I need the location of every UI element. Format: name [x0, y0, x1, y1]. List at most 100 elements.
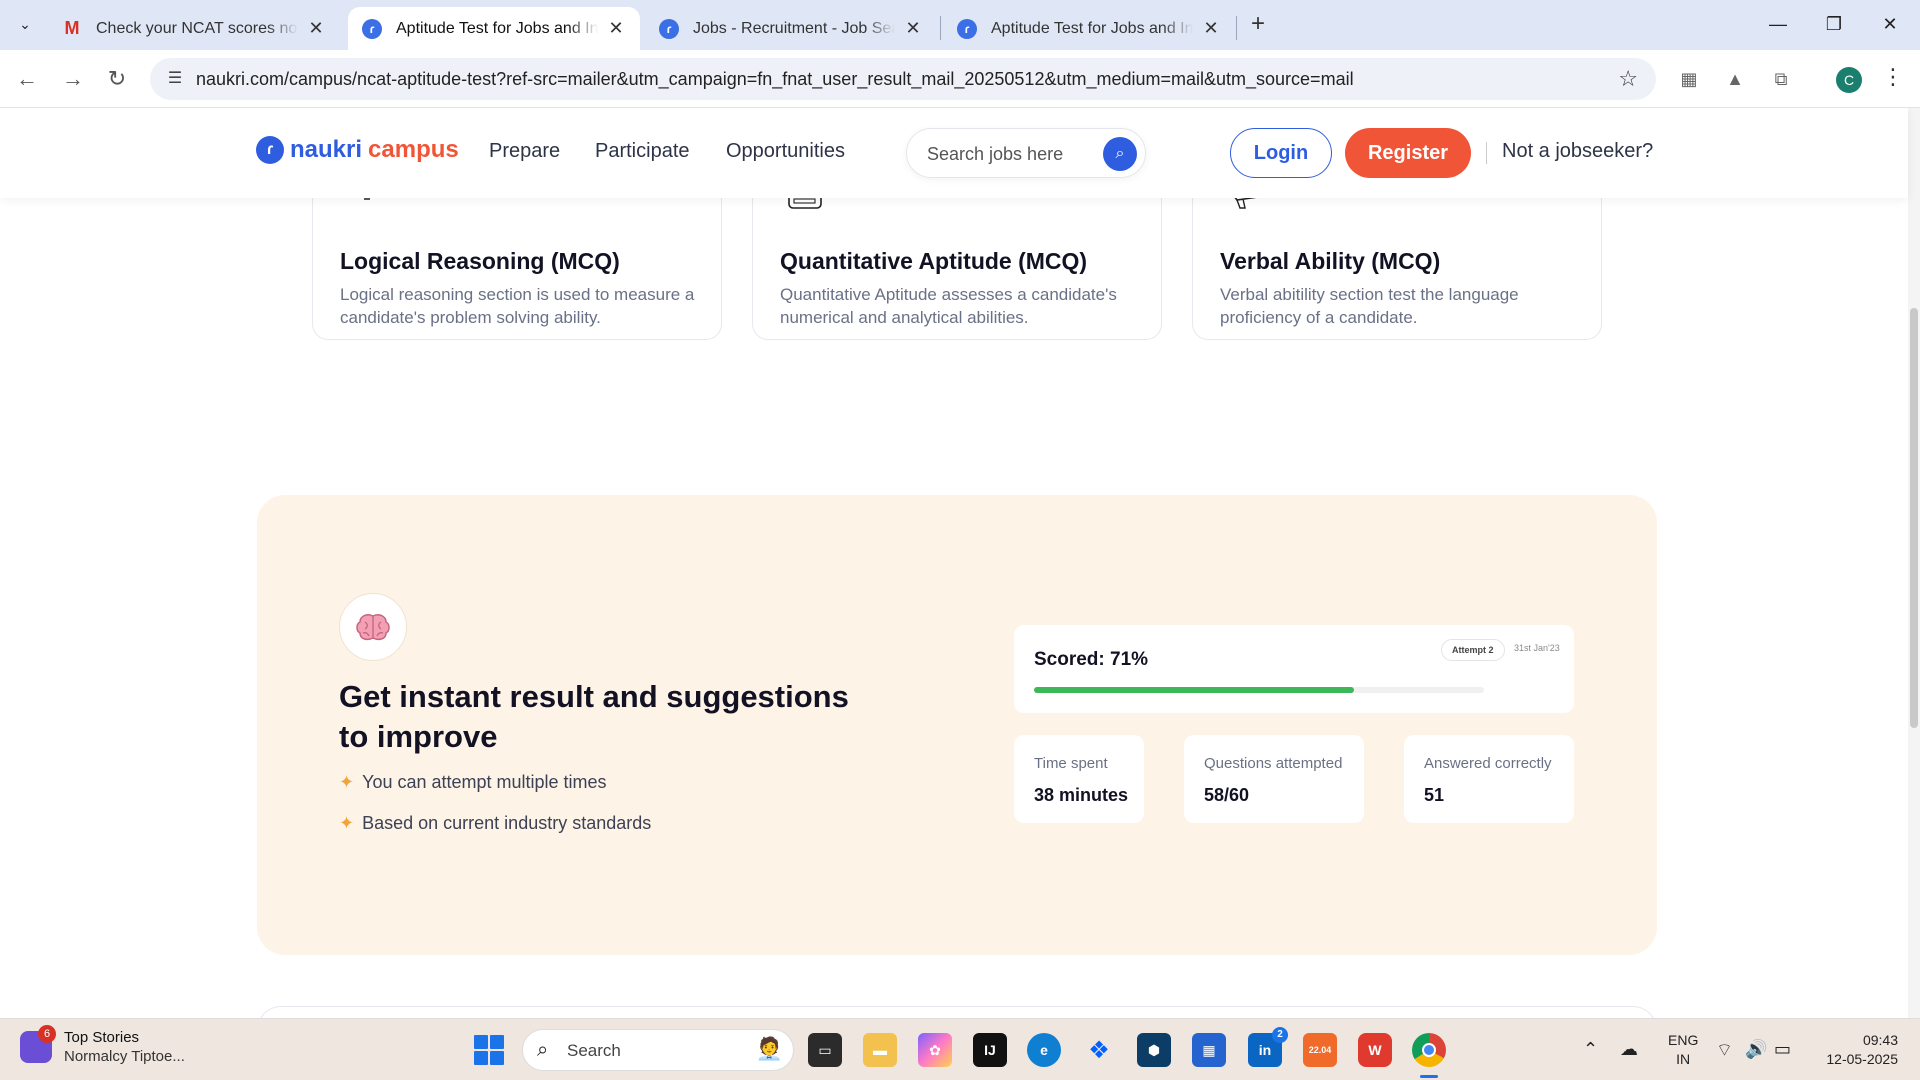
linkedin-icon[interactable]: in 2 — [1248, 1027, 1288, 1067]
page-scrollbar[interactable] — [1908, 108, 1920, 1018]
restore-icon[interactable]: ❐ — [1806, 0, 1862, 50]
close-icon[interactable]: ✕ — [606, 18, 626, 39]
naukri-icon: ɾ — [957, 18, 977, 39]
browser-toolbar: ← → ↻ ☰ naukri.com/campus/ncat-aptitude-… — [0, 50, 1920, 108]
system-clock[interactable]: 09:43 12-05-2025 — [1818, 1031, 1898, 1069]
tab-separator — [940, 16, 941, 40]
stat-card-questions-attempted: Questions attempted 58/60 — [1184, 735, 1364, 823]
news-title: Top Stories — [64, 1029, 140, 1046]
tab-gmail[interactable]: M Check your NCAT scores now - ✕ — [48, 7, 340, 50]
tab-separator — [1236, 16, 1237, 40]
score-progress-bar — [1034, 687, 1484, 693]
lang-line-1: ENG — [1668, 1032, 1699, 1048]
news-widget-icon: 6 — [20, 1025, 56, 1063]
tab-search-chevron-icon[interactable]: ⌄ — [10, 9, 40, 39]
chrome-icon[interactable] — [1412, 1033, 1446, 1067]
stat-label: Time spent — [1034, 755, 1108, 772]
browser-menu-icon[interactable]: ⋮ — [1880, 64, 1906, 90]
feature-bullet: ✦ Based on current industry standards — [339, 813, 651, 834]
tab-aptitude-test-active[interactable]: ɾ Aptitude Test for Jobs and Interviews … — [348, 7, 640, 50]
close-icon[interactable]: ✕ — [306, 18, 326, 39]
stat-value: 38 minutes — [1034, 785, 1129, 805]
tab-aptitude-test[interactable]: ɾ Aptitude Test for Jobs and Interviews … — [943, 7, 1235, 50]
bookmark-star-icon[interactable]: ☆ — [1618, 66, 1638, 92]
logo-naukri-text: naukri — [290, 136, 363, 163]
naukri-logo-icon: ɾ — [256, 136, 284, 164]
lang-line-2: IN — [1676, 1051, 1691, 1067]
task-view-icon[interactable]: ▭ — [808, 1033, 842, 1067]
score-label: Scored: 71% — [1034, 649, 1149, 670]
copilot-icon[interactable]: ✿ — [918, 1033, 952, 1067]
back-arrow-icon[interactable]: ← — [10, 62, 44, 96]
sparkle-icon: ✦ — [339, 813, 355, 833]
nav-opportunities[interactable]: Opportunities — [726, 140, 845, 163]
volume-icon[interactable]: 🔊 — [1745, 1039, 1767, 1060]
tray-chevron-up-icon[interactable]: ⌃ — [1583, 1039, 1598, 1060]
close-icon[interactable]: ✕ — [1201, 18, 1221, 39]
login-button[interactable]: Login — [1230, 128, 1332, 178]
clock-date: 12-05-2025 — [1826, 1051, 1898, 1067]
naukri-campus-logo[interactable]: ɾ naukri campus — [256, 136, 459, 164]
nav-participate[interactable]: Participate — [595, 140, 690, 163]
wps-office-icon[interactable]: W — [1358, 1033, 1392, 1067]
scrollbar-thumb[interactable] — [1910, 308, 1918, 728]
cast-icon[interactable]: ▦ — [1676, 66, 1702, 92]
section-description: Logical reasoning section is used to mea… — [340, 285, 695, 327]
gmail-icon: M — [64, 18, 80, 38]
section-title: Verbal Ability (MCQ) — [1220, 248, 1441, 274]
forward-arrow-icon[interactable]: → — [56, 62, 90, 96]
dropbox-icon[interactable]: ❖ — [1082, 1033, 1116, 1067]
score-card: Scored: 71% Attempt 2 31st Jan'23 — [1014, 625, 1574, 713]
windows-start-icon[interactable] — [474, 1035, 504, 1065]
extensions-puzzle-icon[interactable]: ⧉ — [1768, 66, 1794, 92]
stat-card-time-spent: Time spent 38 minutes — [1014, 735, 1144, 823]
edge-icon[interactable]: e — [1027, 1033, 1061, 1067]
terminal-app-icon[interactable]: ⬢ — [1137, 1033, 1171, 1067]
tab-jobs-recruitment[interactable]: ɾ Jobs - Recruitment - Job Search ✕ — [645, 7, 937, 50]
intellij-icon[interactable]: IJ — [973, 1033, 1007, 1067]
onedrive-cloud-icon[interactable]: ☁ — [1620, 1039, 1638, 1060]
windows-taskbar: 6 Top Stories Normalcy Tiptoe... ⌕ Searc… — [0, 1018, 1920, 1080]
taskbar-search[interactable]: ⌕ Search 🧑‍💼 — [522, 1029, 794, 1071]
active-app-indicator — [1420, 1075, 1438, 1078]
input-language-indicator[interactable]: ENG IN — [1668, 1031, 1698, 1069]
browser-tab-strip: ⌄ M Check your NCAT scores now - ✕ ɾ Apt… — [0, 0, 1920, 50]
news-widget[interactable]: 6 Top Stories Normalcy Tiptoe... — [20, 1025, 185, 1065]
not-a-jobseeker-link[interactable]: Not a jobseeker? — [1502, 140, 1653, 163]
calendar-app-icon[interactable]: 22.04 — [1303, 1033, 1337, 1067]
search-icon[interactable]: ⌕ — [1103, 137, 1137, 171]
brain-badge — [339, 593, 407, 661]
microsoft-store-icon[interactable]: ▦ — [1192, 1033, 1226, 1067]
window-close-icon[interactable]: ✕ — [1862, 0, 1918, 50]
naukri-icon: ɾ — [659, 18, 679, 39]
new-tab-plus-icon[interactable]: + — [1243, 9, 1273, 39]
reload-icon[interactable]: ↻ — [100, 62, 134, 96]
page-viewport: ɾ naukri campus Prepare Participate Oppo… — [0, 108, 1920, 1018]
search-icon: ⌕ — [537, 1039, 549, 1061]
file-explorer-icon[interactable]: ▬ — [863, 1033, 897, 1067]
stat-value: 58/60 — [1204, 785, 1250, 805]
url-text[interactable]: naukri.com/campus/ncat-aptitude-test?ref… — [196, 58, 1354, 100]
stat-card-answered-correctly: Answered correctly 51 — [1404, 735, 1574, 823]
clock-time: 09:43 — [1862, 1032, 1898, 1048]
header-divider — [1486, 142, 1487, 164]
tab-title: Check your NCAT scores now - — [96, 19, 298, 37]
nav-prepare[interactable]: Prepare — [489, 140, 560, 163]
address-bar[interactable]: ☰ naukri.com/campus/ncat-aptitude-test?r… — [150, 58, 1656, 100]
wifi-icon[interactable]: ⌔ — [1716, 1039, 1733, 1062]
site-info-icon[interactable]: ☰ — [164, 68, 186, 90]
register-button[interactable]: Register — [1345, 128, 1471, 178]
news-badge: 6 — [38, 1025, 56, 1043]
bullet-text: Based on current industry standards — [362, 813, 652, 833]
battery-icon[interactable]: ▭ — [1774, 1039, 1791, 1060]
site-header: ɾ naukri campus Prepare Participate Oppo… — [0, 108, 1908, 198]
sparkle-icon: ✦ — [339, 772, 355, 792]
search-highlight-icon: 🧑‍💼 — [755, 1036, 783, 1061]
close-icon[interactable]: ✕ — [903, 18, 923, 39]
job-search-input[interactable] — [927, 141, 1087, 167]
profile-avatar[interactable]: C — [1836, 67, 1862, 93]
extension-a-icon[interactable]: ▲ — [1722, 66, 1748, 92]
logo-campus-text: campus — [368, 136, 459, 163]
bullet-text: You can attempt multiple times — [362, 772, 607, 792]
minimize-icon[interactable]: — — [1750, 0, 1806, 50]
